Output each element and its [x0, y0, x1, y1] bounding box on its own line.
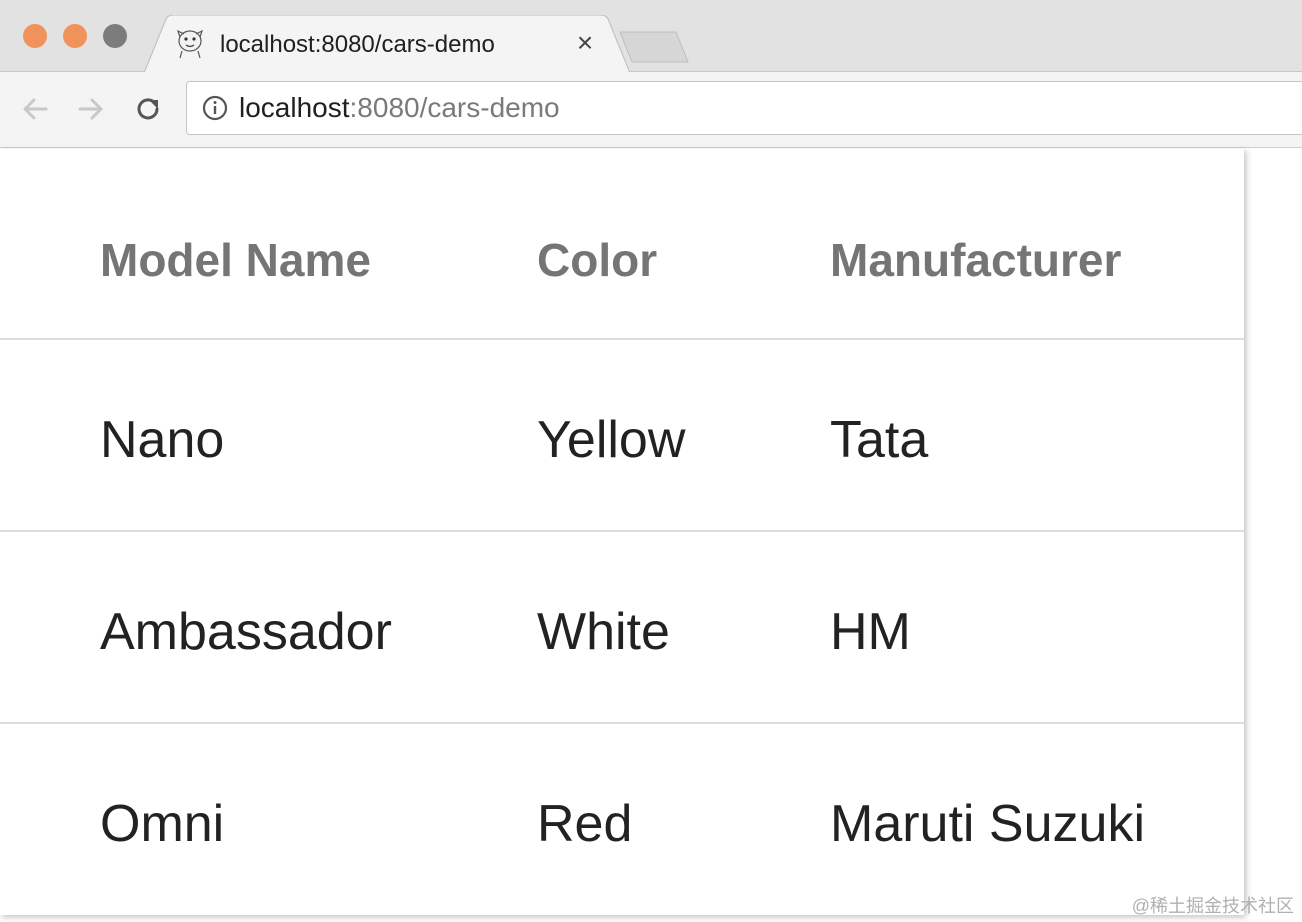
active-tab[interactable]: localhost:8080/cars-demo × — [144, 15, 630, 73]
url-host: localhost — [239, 92, 350, 123]
table-header-row: Model Name Color Manufacturer — [0, 149, 1244, 340]
table-row: Nano Yellow Tata — [0, 340, 1244, 532]
address-url[interactable]: localhost:8080/cars-demo — [239, 92, 560, 124]
page-content: Model Name Color Manufacturer Nano Yello… — [0, 149, 1302, 922]
tab-strip: localhost:8080/cars-demo × — [0, 0, 1302, 73]
cell-model-name: Omni — [100, 795, 225, 853]
header-manufacturer: Manufacturer — [830, 234, 1122, 286]
window-minimize-button[interactable] — [63, 24, 87, 48]
window-maximize-button[interactable] — [103, 24, 127, 48]
header-model-name: Model Name — [100, 234, 371, 286]
cars-table: Model Name Color Manufacturer Nano Yello… — [0, 149, 1244, 915]
tab-title: localhost:8080/cars-demo — [220, 31, 495, 58]
cell-manufacturer: Maruti Suzuki — [830, 795, 1145, 853]
cell-model-name: Ambassador — [100, 603, 392, 661]
cell-model-name: Nano — [100, 411, 225, 469]
tab-close-icon[interactable]: × — [572, 29, 598, 57]
cell-manufacturer: HM — [830, 603, 911, 661]
browser-toolbar: localhost:8080/cars-demo — [0, 72, 1302, 148]
cell-manufacturer: Tata — [830, 411, 929, 469]
window-close-button[interactable] — [23, 24, 47, 48]
arrow-left-icon[interactable] — [18, 92, 52, 126]
watermark-text: @稀土掘金技术社区 — [1131, 896, 1294, 916]
table-row: Omni Red Maruti Suzuki — [0, 724, 1244, 916]
reload-icon[interactable] — [131, 92, 165, 126]
cell-color: Yellow — [537, 411, 686, 469]
table-row: Ambassador White HM — [0, 532, 1244, 724]
cell-color: Red — [537, 795, 633, 853]
info-icon[interactable] — [201, 94, 229, 122]
browser-window: localhost:8080/cars-demo × localhost:808… — [0, 0, 1302, 922]
header-color: Color — [537, 234, 658, 286]
url-path: :8080/cars-demo — [349, 92, 560, 123]
new-tab-button[interactable] — [618, 30, 690, 64]
arrow-right-icon[interactable] — [74, 92, 108, 126]
character-favicon-icon — [176, 29, 204, 59]
cell-color: White — [537, 603, 670, 661]
address-bar[interactable]: localhost:8080/cars-demo — [186, 81, 1302, 135]
